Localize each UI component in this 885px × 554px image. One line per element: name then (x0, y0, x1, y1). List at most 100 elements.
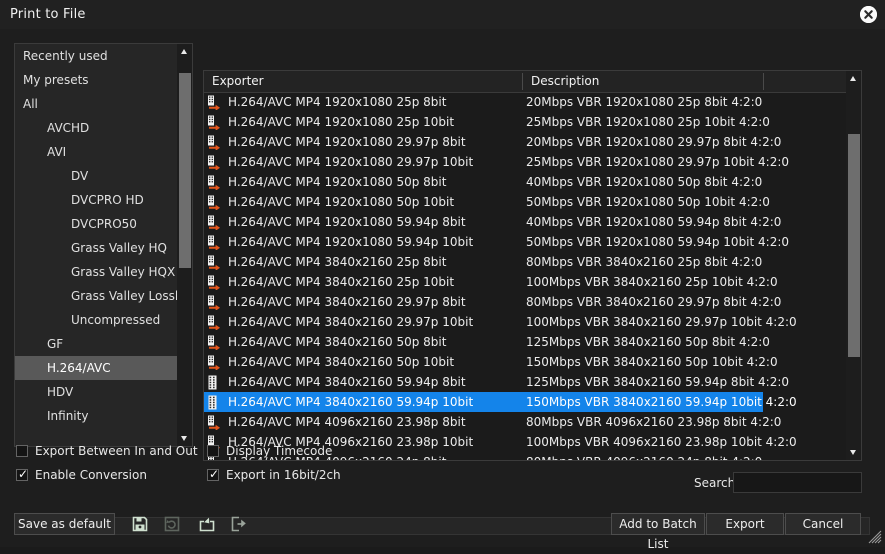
table-body: H.264/AVC MP4 1920x1080 25p 8bit20Mbps V… (204, 92, 861, 460)
export-button[interactable]: Export (706, 513, 784, 535)
table-row[interactable]: H.264/AVC MP4 3840x2160 25p 8bit80Mbps V… (204, 252, 861, 272)
save-preset-icon[interactable] (129, 513, 151, 535)
cell-exporter: H.264/AVC MP4 3840x2160 50p 10bit (228, 352, 454, 372)
resize-grip[interactable] (868, 530, 882, 544)
scrollbar-thumb[interactable] (848, 134, 860, 357)
sidebar-item-label: Uncompressed (71, 313, 160, 327)
cell-description: 20Mbps VBR 1920x1080 25p 8bit 4:2:0 (526, 92, 762, 112)
check-mark-icon: ✓ (209, 468, 219, 480)
sidebar-item-grass-valley-hqx[interactable]: Grass Valley HQX (15, 260, 178, 284)
table-row[interactable]: H.264/AVC MP4 3840x2160 25p 10bit 100Mbps… (204, 272, 861, 292)
column-header-extra[interactable] (764, 71, 846, 92)
search-input[interactable] (734, 473, 861, 492)
search-label: Search (694, 476, 735, 490)
scroll-down-arrow-icon[interactable] (846, 445, 861, 460)
checkbox-label: Export Between In and Out (35, 444, 198, 458)
sidebar-item-gf[interactable]: GF (15, 332, 178, 356)
table-row[interactable]: H.264/AVC MP4 3840x2160 29.97p 10bit100M… (204, 312, 861, 332)
sidebar-item-dv[interactable]: DV (15, 164, 178, 188)
exporter-arrow-icon (207, 415, 221, 430)
table-row[interactable]: H.264/AVC MP4 1920x1080 50p 8bit40Mbps V… (204, 172, 861, 192)
cell-exporter: H.264/AVC MP4 3840x2160 25p 10bit (228, 272, 454, 292)
cell-exporter: H.264/AVC MP4 3840x2160 59.94p 10bit (228, 392, 473, 412)
sidebar-item-label: Grass Valley HQX (71, 265, 175, 279)
checkbox-label: Display Timecode (226, 444, 332, 458)
category-tree-scrollbar[interactable] (177, 44, 192, 446)
cell-exporter: H.264/AVC MP4 3840x2160 29.97p 8bit (228, 292, 466, 312)
scroll-up-arrow-icon[interactable] (177, 44, 192, 59)
scrollbar-thumb[interactable] (179, 73, 191, 268)
exporter-arrow-icon (207, 135, 221, 150)
cell-description: 50Mbps VBR 1920x1080 50p 10bit 4:2:0 (526, 192, 770, 212)
table-row[interactable]: H.264/AVC MP4 1920x1080 25p 10bit 25Mbps … (204, 112, 861, 132)
table-row[interactable]: H.264/AVC MP4 1920x1080 29.97p 8bit20Mbp… (204, 132, 861, 152)
cell-exporter: H.264/AVC MP4 3840x2160 29.97p 10bit (228, 312, 473, 332)
sidebar-item-label: Grass Valley HQ (71, 241, 167, 255)
checkbox-box[interactable]: ✓ (207, 469, 219, 481)
sidebar-item-infinity[interactable]: Infinity (15, 404, 178, 428)
cell-description: 25Mbps VBR 1920x1080 25p 10bit 4:2:0 (526, 112, 770, 132)
table-row[interactable]: H.264/AVC MP4 1920x1080 25p 8bit20Mbps V… (204, 92, 861, 112)
checkbox-box[interactable] (16, 445, 28, 457)
sidebar-item-label: H.264/AVC (47, 361, 111, 375)
exporter-arrow-icon (207, 235, 221, 250)
cell-description: 100Mbps VBR 3840x2160 25p 10bit 4:2:0 (526, 272, 778, 292)
cancel-button[interactable]: Cancel (785, 513, 861, 535)
column-header-description[interactable]: Description (523, 71, 763, 92)
table-row[interactable]: H.264/AVC MP4 1920x1080 29.97p 10bit25Mb… (204, 152, 861, 172)
table-row[interactable]: H.264/AVC MP4 3840x2160 59.94p 8bit125Mb… (204, 372, 861, 392)
sidebar-item-dvcpro-hd[interactable]: DVCPRO HD (15, 188, 178, 212)
exporter-table-scrollbar[interactable] (846, 71, 861, 460)
search-input-wrapper[interactable] (733, 472, 862, 493)
cell-exporter: H.264/AVC MP4 4096x2160 23.98p 8bit (228, 412, 466, 432)
sidebar-item-uncompressed[interactable]: Uncompressed (15, 308, 178, 332)
table-row[interactable]: H.264/AVC MP4 4096x2160 23.98p 8bit80Mbp… (204, 412, 861, 432)
sidebar-item-hdv[interactable]: HDV (15, 380, 178, 404)
exporter-table: Exporter Description H.264/AVC MP4 1920x… (203, 70, 862, 461)
sidebar-item-dvcpro50[interactable]: DVCPRO50 (15, 212, 178, 236)
cell-exporter: H.264/AVC MP4 1920x1080 50p 10bit (228, 192, 454, 212)
table-row[interactable]: H.264/AVC MP4 3840x2160 50p 10bit150Mbps… (204, 352, 861, 372)
reset-preset-icon (161, 513, 183, 535)
sidebar-item-avi[interactable]: AVI (15, 140, 178, 164)
import-preset-icon[interactable] (196, 513, 218, 535)
exporter-arrow-icon (207, 95, 221, 110)
cell-exporter: H.264/AVC MP4 3840x2160 25p 8bit (228, 252, 446, 272)
sidebar-item-label: Grass Valley Lossless (71, 289, 178, 303)
cell-description: 125Mbps VBR 3840x2160 50p 8bit 4:2:0 (526, 332, 770, 352)
sidebar-item-grass-valley-lossless[interactable]: Grass Valley Lossless (15, 284, 178, 308)
sidebar-item-grass-valley-hq[interactable]: Grass Valley HQ (15, 236, 178, 260)
add-to-batch-list-button[interactable]: Add to Batch List (611, 513, 705, 535)
exporter-arrow-icon (207, 255, 221, 270)
table-row[interactable]: H.264/AVC MP4 1920x1080 59.94p 10bit50Mb… (204, 232, 861, 252)
cell-exporter: H.264/AVC MP4 1920x1080 25p 10bit (228, 112, 454, 132)
exporter-filmstrip-icon (207, 395, 221, 410)
sidebar-item-label: Infinity (47, 409, 88, 423)
table-row[interactable]: H.264/AVC MP4 1920x1080 59.94p 8bit40Mbp… (204, 212, 861, 232)
table-row[interactable]: H.264/AVC MP4 3840x2160 29.97p 8bit80Mbp… (204, 292, 861, 312)
sidebar-item-label: DVCPRO HD (71, 193, 144, 207)
table-row[interactable]: H.264/AVC MP4 3840x2160 50p 8bit125Mbps … (204, 332, 861, 352)
sidebar-item-avchd[interactable]: AVCHD (15, 116, 178, 140)
close-icon[interactable] (860, 6, 877, 23)
checkbox-box[interactable]: ✓ (16, 469, 28, 481)
sidebar-item-label: AVCHD (47, 121, 89, 135)
cell-description: 80Mbps VBR 4096x2160 24p 8bit 4:2:0 (526, 452, 762, 460)
sidebar-item-my-presets[interactable]: My presets (15, 68, 178, 92)
cell-description: 40Mbps VBR 1920x1080 50p 8bit 4:2:0 (526, 172, 762, 192)
sidebar-item-recently-used[interactable]: Recently used (15, 44, 178, 68)
checkbox-box[interactable] (207, 445, 219, 457)
exporter-arrow-icon (207, 175, 221, 190)
table-row[interactable]: H.264/AVC MP4 3840x2160 59.94p 10bit150M… (204, 392, 861, 412)
table-row[interactable]: H.264/AVC MP4 1920x1080 50p 10bit 50Mbps … (204, 192, 861, 212)
sidebar-item-all[interactable]: All (15, 92, 178, 116)
export-preset-icon[interactable] (228, 513, 250, 535)
cell-exporter: H.264/AVC MP4 1920x1080 59.94p 8bit (228, 212, 466, 232)
cell-exporter: H.264/AVC MP4 1920x1080 29.97p 8bit (228, 132, 466, 152)
scroll-up-arrow-icon[interactable] (846, 71, 861, 86)
column-header-exporter[interactable]: Exporter (204, 71, 522, 92)
save-as-default-button[interactable]: Save as default (14, 513, 115, 535)
sidebar-item-h-264-avc[interactable]: H.264/AVC (15, 356, 193, 380)
exporter-arrow-icon (207, 195, 221, 210)
sidebar-item-label: AVI (47, 145, 66, 159)
